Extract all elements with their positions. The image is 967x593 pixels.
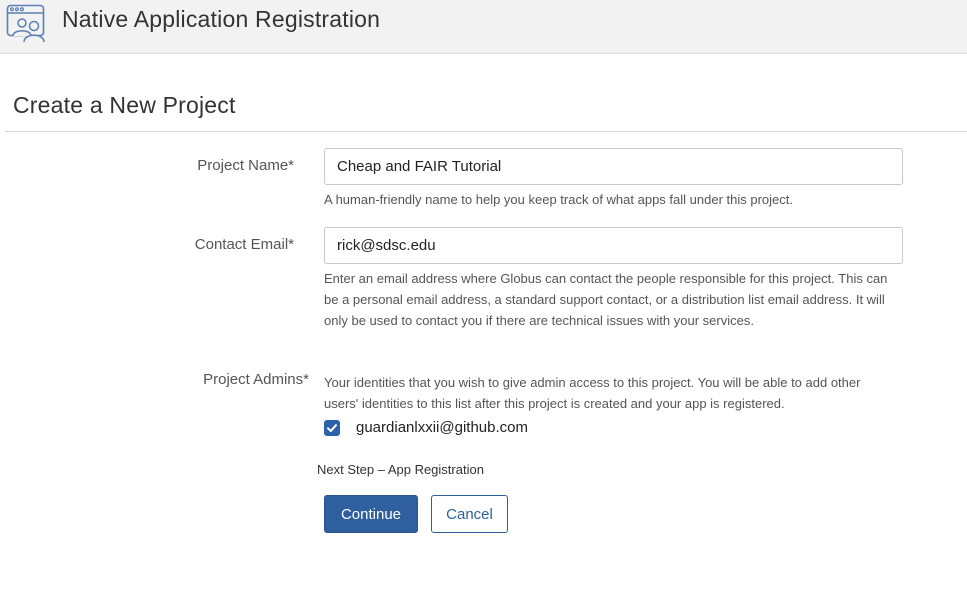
- checkmark-icon: [327, 423, 337, 432]
- contact-email-label: Contact Email*: [194, 236, 294, 253]
- project-admins-help: Your identities that you wish to give ad…: [324, 375, 861, 411]
- admin-identity-label: guardianlxxii@github.com: [356, 419, 528, 436]
- project-admins-label: Project Admins*: [203, 371, 309, 388]
- cancel-button[interactable]: Cancel: [431, 495, 508, 533]
- contact-email-input[interactable]: [324, 227, 903, 264]
- project-name-input[interactable]: [324, 148, 903, 185]
- continue-button[interactable]: Continue: [324, 495, 418, 533]
- app-title: Native Application Registration: [62, 6, 381, 32]
- contact-email-help: Enter an email address where Globus can …: [324, 271, 888, 328]
- app-users-icon: [6, 4, 48, 44]
- admin-identity-row[interactable]: guardianlxxii@github.com: [324, 419, 528, 436]
- project-name-label: Project Name*: [197, 157, 294, 174]
- next-step-label: Next Step – App Registration: [317, 462, 484, 477]
- heading-divider: [5, 131, 967, 132]
- app-header: Native Application Registration: [0, 0, 967, 54]
- page-title: Create a New Project: [13, 92, 236, 118]
- project-name-help: A human-friendly name to help you keep t…: [324, 192, 793, 207]
- admin-identity-checkbox[interactable]: [324, 419, 340, 436]
